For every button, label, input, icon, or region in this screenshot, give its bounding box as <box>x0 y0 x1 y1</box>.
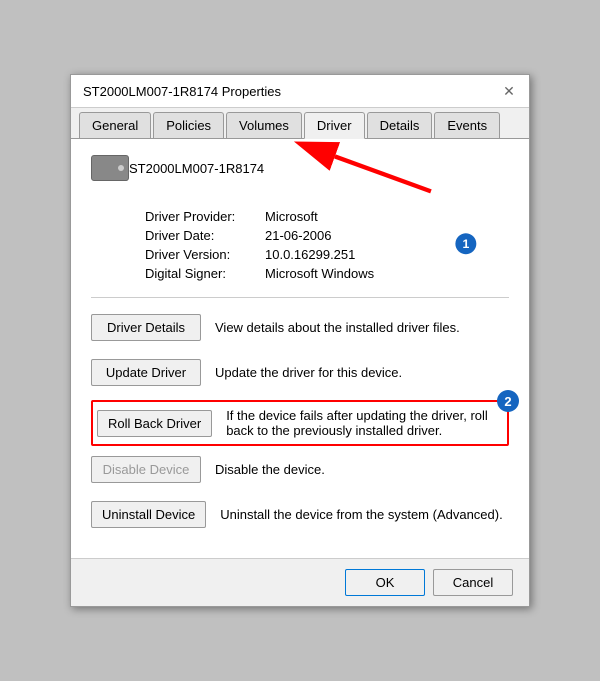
info-row-signer: Digital Signer: Microsoft Windows <box>145 266 509 281</box>
roll-back-driver-button[interactable]: Roll Back Driver <box>97 410 212 437</box>
window-title: ST2000LM007-1R8174 Properties <box>83 84 281 99</box>
driver-details-desc: View details about the installed driver … <box>215 320 509 335</box>
update-driver-row: Update Driver Update the driver for this… <box>91 355 509 390</box>
driver-info-table: Driver Provider: Microsoft Driver Date: … <box>145 209 509 281</box>
cancel-button[interactable]: Cancel <box>433 569 513 596</box>
info-row-provider: Driver Provider: Microsoft <box>145 209 509 224</box>
content-area: 1 ST2000LM007-1R8174 Driver Provider: Mi… <box>71 139 529 558</box>
version-value: 10.0.16299.251 <box>265 247 355 262</box>
tabs-bar: General Policies Volumes Driver Details … <box>71 108 529 139</box>
roll-back-driver-row: Roll Back Driver If the device fails aft… <box>91 400 509 446</box>
uninstall-device-row: Uninstall Device Uninstall the device fr… <box>91 497 509 532</box>
disable-device-desc: Disable the device. <box>215 462 509 477</box>
info-row-date: Driver Date: 21-06-2006 <box>145 228 509 243</box>
titlebar: ST2000LM007-1R8174 Properties ✕ <box>71 75 529 108</box>
close-button[interactable]: ✕ <box>501 83 517 99</box>
update-driver-button[interactable]: Update Driver <box>91 359 201 386</box>
properties-window: ST2000LM007-1R8174 Properties ✕ General … <box>70 74 530 607</box>
ok-button[interactable]: OK <box>345 569 425 596</box>
device-name: ST2000LM007-1R8174 <box>129 161 264 176</box>
annotation-arrow: 1 <box>71 139 529 558</box>
tab-general[interactable]: General <box>79 112 151 138</box>
roll-back-driver-desc: If the device fails after updating the d… <box>226 408 503 438</box>
device-header: ST2000LM007-1R8174 <box>91 155 509 193</box>
provider-label: Driver Provider: <box>145 209 265 224</box>
disable-device-row: Disable Device Disable the device. <box>91 452 509 487</box>
tab-driver[interactable]: Driver <box>304 112 365 139</box>
section-divider <box>91 297 509 298</box>
signer-value: Microsoft Windows <box>265 266 374 281</box>
date-label: Driver Date: <box>145 228 265 243</box>
device-icon <box>91 155 129 181</box>
tab-volumes[interactable]: Volumes <box>226 112 302 138</box>
disable-device-button[interactable]: Disable Device <box>91 456 201 483</box>
footer: OK Cancel <box>71 558 529 606</box>
date-value: 21-06-2006 <box>265 228 332 243</box>
info-row-version: Driver Version: 10.0.16299.251 <box>145 247 509 262</box>
uninstall-device-desc: Uninstall the device from the system (Ad… <box>220 507 509 522</box>
version-label: Driver Version: <box>145 247 265 262</box>
driver-details-row: Driver Details View details about the in… <box>91 310 509 345</box>
tab-events[interactable]: Events <box>434 112 500 138</box>
driver-details-button[interactable]: Driver Details <box>91 314 201 341</box>
signer-label: Digital Signer: <box>145 266 265 281</box>
tab-details[interactable]: Details <box>367 112 433 138</box>
provider-value: Microsoft <box>265 209 318 224</box>
tab-policies[interactable]: Policies <box>153 112 224 138</box>
badge-2: 2 <box>497 390 519 412</box>
uninstall-device-button[interactable]: Uninstall Device <box>91 501 206 528</box>
update-driver-desc: Update the driver for this device. <box>215 365 509 380</box>
